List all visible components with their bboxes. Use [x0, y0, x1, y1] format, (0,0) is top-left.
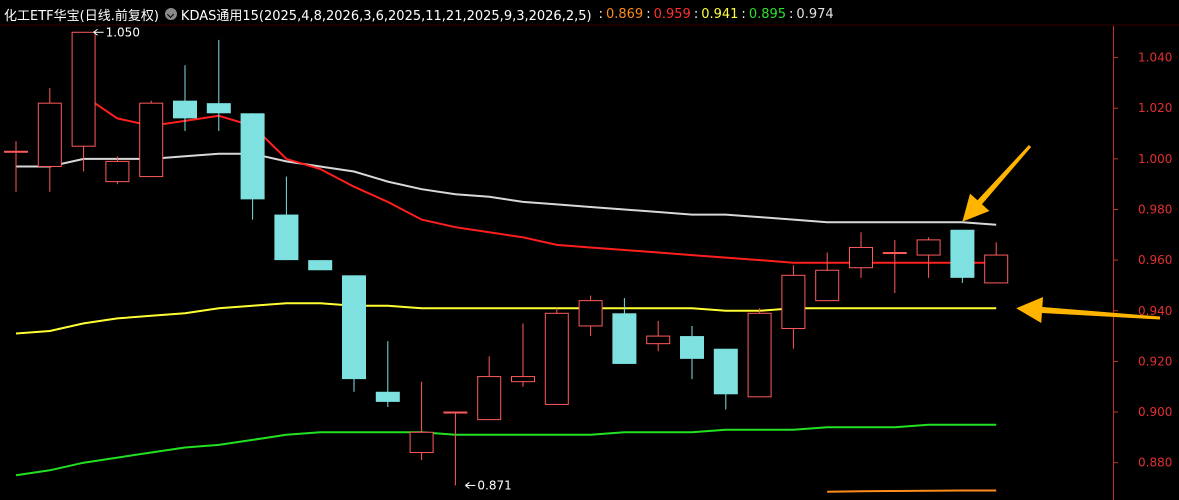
candle-body	[646, 335, 671, 345]
candle	[342, 275, 366, 392]
arrow-shape	[962, 145, 1032, 222]
candle	[544, 308, 569, 405]
y-tick-label: 0.980	[1138, 202, 1172, 216]
y-tick-label: 0.880	[1138, 456, 1172, 470]
candle	[308, 260, 333, 271]
candle-body	[747, 312, 772, 398]
y-tick-label: 0.920	[1138, 354, 1172, 368]
candle	[747, 308, 772, 398]
candle-body	[37, 102, 62, 167]
indicator-line-4	[827, 489, 997, 493]
candle-body	[240, 113, 265, 200]
candle-body	[578, 300, 603, 327]
candle-body	[443, 411, 468, 414]
candle	[274, 176, 299, 261]
candle-body	[342, 275, 366, 380]
candle-body	[544, 312, 569, 405]
candles-layer	[4, 31, 1009, 486]
candle-body	[916, 239, 941, 256]
callout-arrow-upper	[962, 145, 1032, 222]
candle	[105, 156, 130, 185]
candle-body	[274, 214, 299, 261]
candle	[916, 237, 941, 278]
candle-body	[713, 348, 738, 395]
candle-body	[105, 160, 130, 183]
candle	[375, 341, 400, 407]
candle-body	[308, 260, 333, 271]
candle	[882, 239, 907, 294]
indicator-line-2	[15, 302, 997, 335]
candle	[713, 348, 738, 410]
candlestick-chart[interactable]: 0.8800.9000.9200.9400.9600.9801.0001.020…	[0, 0, 1179, 500]
candle-body	[950, 229, 975, 278]
candle-body	[511, 376, 535, 383]
candle-body	[984, 254, 1009, 284]
candle	[849, 232, 873, 278]
candle-body	[71, 31, 96, 147]
candle-body	[849, 246, 873, 269]
indicator-line-1	[83, 94, 997, 264]
candle	[984, 242, 1009, 284]
candle	[71, 31, 96, 172]
candle	[511, 323, 535, 387]
candle-body	[815, 269, 840, 302]
candle	[646, 320, 671, 352]
y-tick-label: 1.040	[1138, 51, 1172, 65]
candle	[781, 265, 806, 349]
candle-body	[409, 431, 434, 454]
candle-body	[612, 313, 637, 364]
candle	[815, 252, 840, 302]
y-tick-label: 1.000	[1138, 152, 1172, 166]
candle	[37, 87, 62, 192]
y-tick-label: 1.020	[1138, 101, 1172, 115]
candle-body	[477, 376, 502, 421]
candle-body	[139, 102, 164, 178]
candle	[950, 229, 975, 283]
annotation-label: 1.050	[106, 25, 140, 39]
candle-body	[680, 336, 704, 359]
candle	[578, 295, 603, 337]
indicator-line-3	[15, 423, 997, 477]
candle	[680, 325, 704, 380]
candle	[240, 113, 265, 220]
candle-body	[4, 150, 28, 153]
candle	[139, 100, 164, 178]
candle	[443, 411, 468, 486]
y-tick-label: 0.900	[1138, 405, 1172, 419]
candle-body	[882, 252, 907, 255]
annotation-label: 0.871	[477, 478, 511, 492]
y-tick-label: 0.960	[1138, 253, 1172, 267]
candle-body	[206, 103, 231, 114]
candle-body	[173, 100, 197, 119]
candle	[409, 381, 434, 461]
candle	[477, 356, 502, 421]
candle-body	[781, 274, 806, 329]
candle-body	[375, 391, 400, 402]
